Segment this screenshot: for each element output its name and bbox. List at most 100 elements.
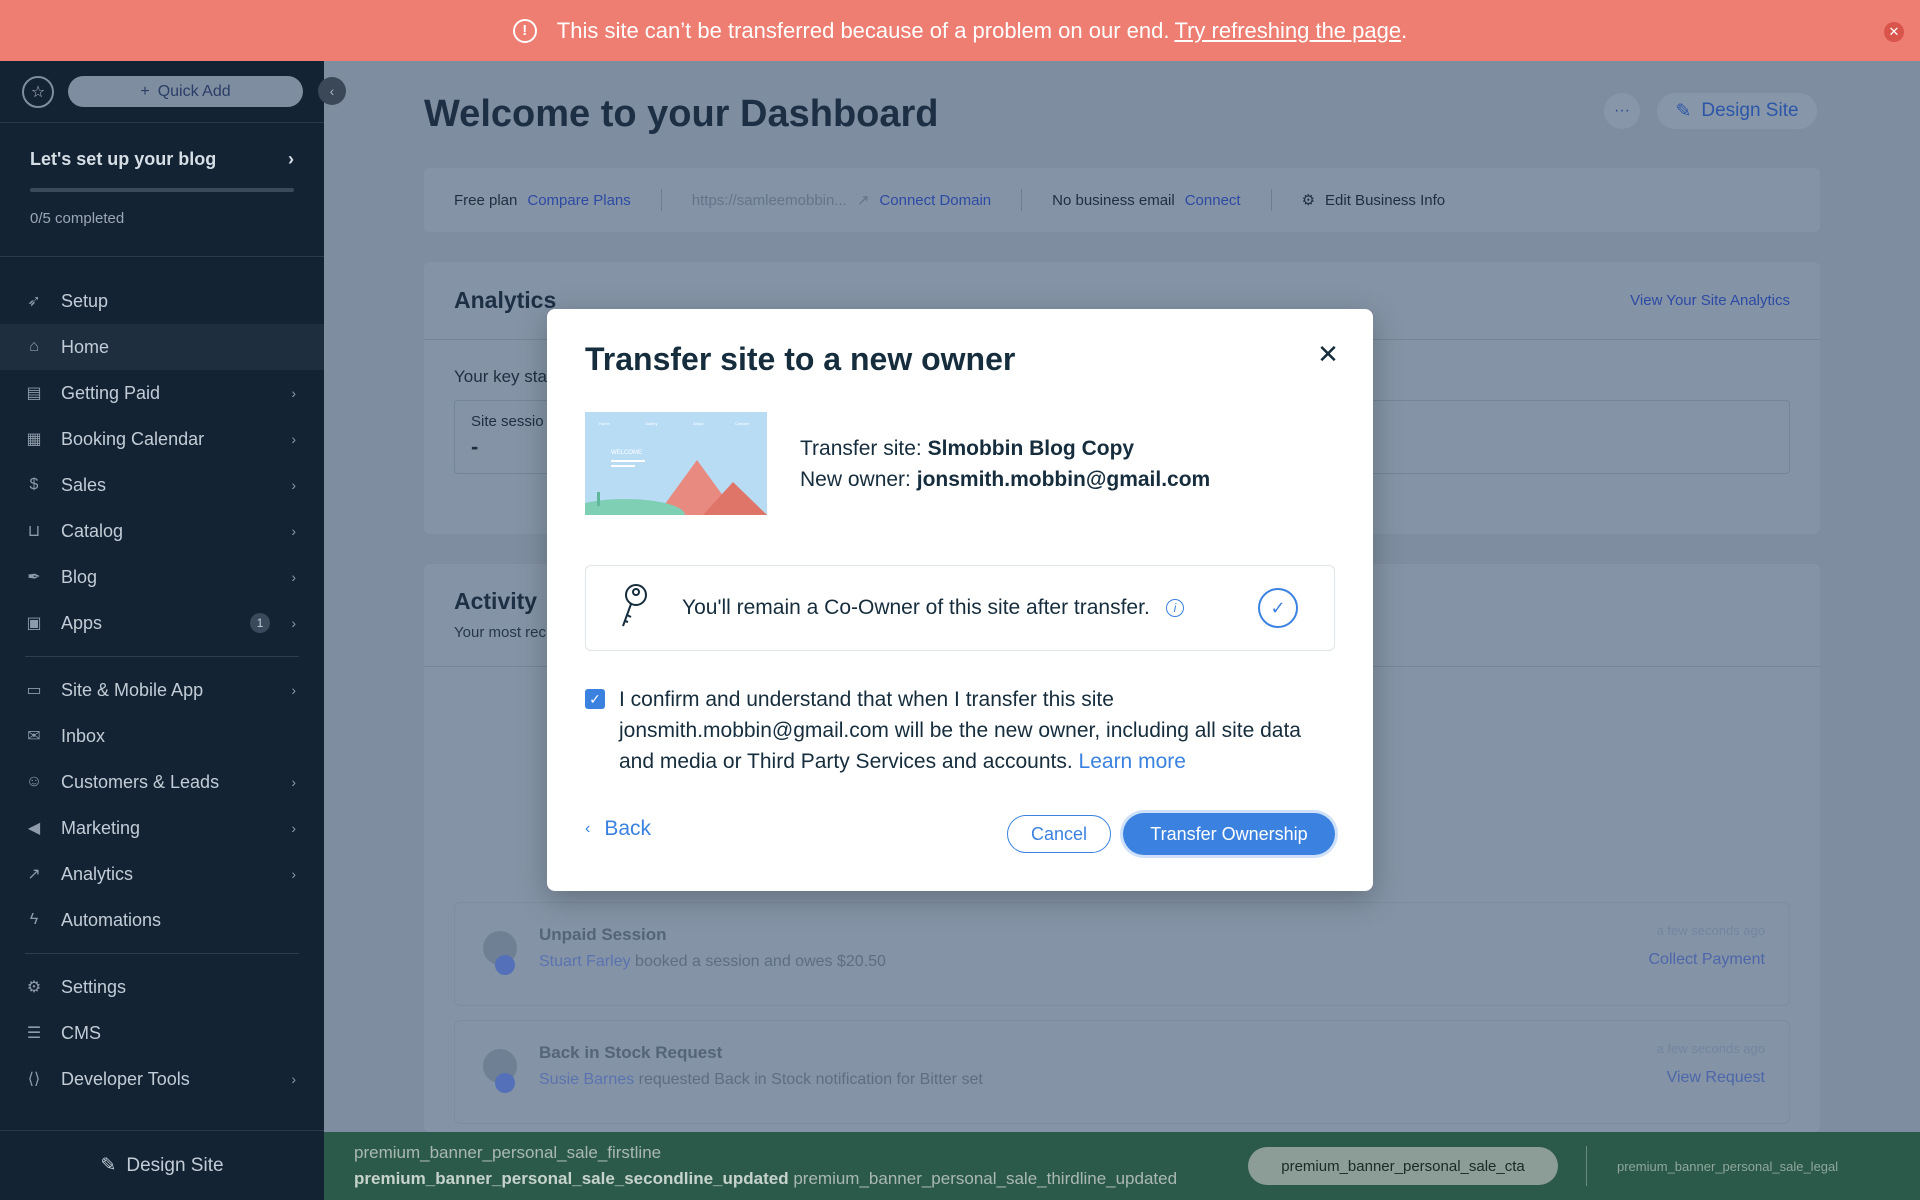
learn-more-link[interactable]: Learn more <box>1079 750 1186 773</box>
sidebar-item-label: Marketing <box>61 817 141 838</box>
divider <box>660 189 662 211</box>
promo-cta-button[interactable]: premium_banner_personal_sale_cta <box>1248 1147 1558 1185</box>
pen-nib-icon: ✒ <box>27 569 41 586</box>
sidebar-top: ☆ + Quick Add <box>0 61 324 123</box>
sidebar-item-marketing[interactable]: ◀ Marketing › <box>0 805 324 851</box>
close-banner-icon[interactable]: ✕ <box>1884 22 1904 42</box>
close-icon[interactable]: ✕ <box>1313 339 1343 369</box>
back-button[interactable]: ‹ Back <box>585 817 651 841</box>
setup-progress-bar <box>30 188 294 192</box>
co-owner-notice: You'll remain a Co-Owner of this site af… <box>585 565 1335 651</box>
divider <box>1586 1146 1587 1186</box>
view-analytics-link[interactable]: View Your Site Analytics <box>1630 292 1790 309</box>
sidebar-item-blog[interactable]: ✒ Blog › <box>0 554 324 600</box>
site-url[interactable]: https://samleemobbin... <box>692 192 847 209</box>
sidebar-item-label: Automations <box>61 909 162 930</box>
chevron-right-icon: › <box>291 523 296 539</box>
refresh-link[interactable]: Try refreshing the page <box>1174 18 1401 44</box>
sidebar-nav: ➶ Setup ⌂ Home ▤ Getting Paid › ▦ Booking Calend… <box>0 278 324 1102</box>
view-request-link[interactable]: View Request <box>1667 1069 1765 1087</box>
no-email-label: No business email <box>1052 191 1175 209</box>
sidebar-item-home[interactable]: ⌂ Home <box>0 324 324 370</box>
sidebar-item-catalog[interactable]: ⊔ Catalog › <box>0 508 324 554</box>
avatar <box>495 955 515 975</box>
site-info-bar: Free plan Compare Plans https://samleemo… <box>424 168 1820 232</box>
sidebar-item-label: Analytics <box>61 863 134 884</box>
banner-period: . <box>1401 17 1408 43</box>
activity-item-title: Unpaid Session <box>539 925 667 944</box>
code-icon: ⟨⟩ <box>27 1071 41 1088</box>
info-icon[interactable]: i <box>1166 599 1184 617</box>
sidebar-item-booking-calendar[interactable]: ▦ Booking Calendar › <box>0 416 324 462</box>
sidebar-item-getting-paid[interactable]: ▤ Getting Paid › <box>0 370 324 416</box>
confirm-checkbox[interactable]: ✓ <box>585 689 605 709</box>
divider <box>1021 189 1023 211</box>
sidebar-item-label: Blog <box>61 566 98 587</box>
basket-icon: ⊔ <box>27 523 41 540</box>
design-site-button[interactable]: ✎ Design Site <box>1657 93 1817 129</box>
devices-icon: ▭ <box>26 682 42 699</box>
activity-item-name[interactable]: Susie Barnes <box>539 1071 634 1088</box>
sidebar-design-site-button[interactable]: ✎ Design Site <box>0 1130 324 1200</box>
connect-email-link[interactable]: Connect <box>1185 192 1241 209</box>
sidebar-item-developer-tools[interactable]: ⟨⟩ Developer Tools › <box>0 1056 324 1102</box>
megaphone-icon: ◀ <box>27 820 41 837</box>
modal-title: Transfer site to a new owner <box>585 341 1016 377</box>
sidebar-item-automations[interactable]: ϟ Automations <box>0 897 324 943</box>
connect-domain-link[interactable]: Connect Domain <box>879 192 991 209</box>
promo-legal[interactable]: premium_banner_personal_sale_legal <box>1617 1159 1838 1174</box>
activity-item-name[interactable]: Stuart Farley <box>539 953 631 970</box>
compare-plans-link[interactable]: Compare Plans <box>527 192 630 209</box>
transfer-ownership-button[interactable]: Transfer Ownership <box>1123 813 1335 855</box>
sidebar-item-site-mobile-app[interactable]: ▭ Site & Mobile App › <box>0 667 324 713</box>
activity-item-time: a few seconds ago <box>1656 923 1765 938</box>
activity-item-title: Back in Stock Request <box>539 1043 723 1062</box>
external-link-icon[interactable]: ↗ <box>857 191 870 209</box>
sidebar-item-label: CMS <box>61 1022 101 1043</box>
chevron-right-icon: › <box>291 1071 296 1087</box>
pencil-icon: ✎ <box>1675 100 1692 122</box>
transfer-details: Transfer site: Slmobbin Blog Copy New ow… <box>800 433 1210 495</box>
thumb-welcome: WELCOME <box>611 450 642 456</box>
sidebar-item-analytics[interactable]: ↗ Analytics › <box>0 851 324 897</box>
avatar <box>495 1073 515 1093</box>
checkmark-icon: ✓ <box>1258 588 1298 628</box>
sidebar-item-customers-leads[interactable]: ☺ Customers & Leads › <box>0 759 324 805</box>
transfer-site-label: Transfer site: <box>800 437 922 460</box>
cancel-button[interactable]: Cancel <box>1007 815 1111 853</box>
sidebar-item-cms[interactable]: ☰ CMS <box>0 1010 324 1056</box>
activity-title: Activity <box>454 588 538 614</box>
sidebar-item-inbox[interactable]: ✉ Inbox <box>0 713 324 759</box>
activity-item-time: a few seconds ago <box>1656 1041 1765 1056</box>
rocket-icon: ➶ <box>27 293 41 310</box>
sidebar-item-label: Sales <box>61 474 107 495</box>
sidebar-item-label: Inbox <box>61 725 106 746</box>
promo-line-1: premium_banner_personal_sale_firstline <box>354 1143 662 1162</box>
sidebar-item-label: Booking Calendar <box>61 428 205 449</box>
edit-business-info-link[interactable]: Edit Business Info <box>1325 192 1445 209</box>
dollar-icon: $ <box>29 476 39 493</box>
sidebar-item-label: Settings <box>61 976 127 997</box>
thumb-nav-about: About <box>693 421 704 426</box>
sidebar-item-apps[interactable]: ▣ Apps 1 › <box>0 600 324 646</box>
chevron-right-icon: › <box>291 569 296 585</box>
more-actions-button[interactable]: ··· <box>1604 93 1640 129</box>
sidebar-item-label: Home <box>61 336 110 357</box>
sidebar-design-site-label: Design Site <box>126 1154 224 1176</box>
bolt-icon: ϟ <box>29 911 39 928</box>
setup-card[interactable]: Let's set up your blog › 0/5 completed <box>0 123 324 257</box>
sidebar: ☆ + Quick Add ‹ Let's set up your blog ›… <box>0 61 346 1200</box>
star-icon[interactable]: ☆ <box>22 75 54 108</box>
activity-item: Back in Stock Request Susie Barnes reque… <box>454 1020 1790 1124</box>
page-title: Welcome to your Dashboard <box>424 93 939 135</box>
sidebar-item-label: Site & Mobile App <box>61 679 204 700</box>
key-stats-label: Your key sta <box>454 367 547 386</box>
count-badge: 1 <box>250 613 270 633</box>
chevron-right-icon: › <box>291 431 296 447</box>
sidebar-item-sales[interactable]: $ Sales › <box>0 462 324 508</box>
collect-payment-link[interactable]: Collect Payment <box>1649 951 1766 969</box>
quick-add-button[interactable]: + Quick Add <box>68 76 303 107</box>
sidebar-item-setup[interactable]: ➶ Setup <box>0 278 324 324</box>
sidebar-item-settings[interactable]: ⚙ Settings <box>0 964 324 1010</box>
quick-add-label: Quick Add <box>157 82 231 100</box>
